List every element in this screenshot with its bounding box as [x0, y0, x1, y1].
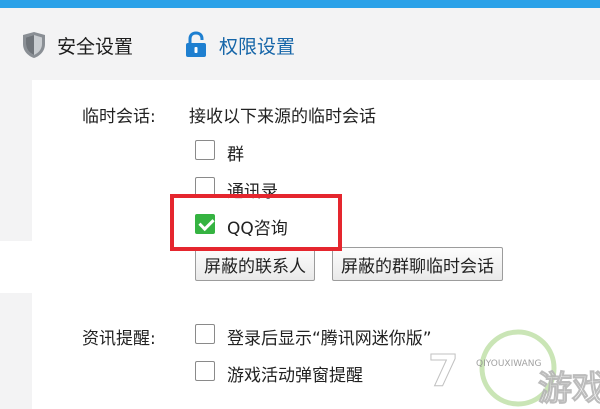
top-accent-bar — [0, 0, 600, 8]
checkbox-contacts[interactable] — [195, 177, 215, 197]
option-login-mini-news-label: 登录后显示“腾讯网迷你版” — [227, 329, 432, 349]
checkbox-qq-consult[interactable] — [195, 214, 215, 234]
watermark-sub: QIYOUXIWANG — [476, 359, 542, 369]
lock-icon — [186, 31, 206, 57]
blocked-group-chats-button[interactable]: 屏蔽的群聊临时会话 — [332, 247, 503, 281]
option-group-label: 群 — [227, 145, 244, 165]
site-watermark-logo: 7 QIYOUXIWANG 游戏 — [428, 329, 600, 409]
checkbox-game-popup[interactable] — [195, 361, 215, 381]
news-reminder-label: 资讯提醒: — [82, 329, 156, 349]
shield-icon — [23, 32, 45, 58]
settings-tab-bar: 安全设置 权限设置 — [0, 8, 600, 80]
tab-permission-label: 权限设置 — [219, 35, 296, 58]
option-contacts-label: 通讯录 — [227, 182, 278, 202]
watermark-brand: 游戏 — [538, 369, 600, 409]
temp-chat-label: 临时会话: — [82, 107, 156, 127]
watermark-number: 7 — [428, 346, 459, 397]
temp-chat-description: 接收以下来源的临时会话 — [189, 107, 376, 127]
checkbox-group[interactable] — [195, 140, 215, 160]
tab-permission-settings[interactable]: 权限设置 — [183, 30, 295, 60]
option-game-popup-label: 游戏活动弹窗提醒 — [227, 366, 363, 386]
checkbox-login-mini-news[interactable] — [195, 324, 215, 344]
tab-security-settings[interactable]: 安全设置 — [21, 30, 133, 60]
tab-security-label: 安全设置 — [57, 35, 134, 58]
blocked-contacts-button[interactable]: 屏蔽的联系人 — [195, 247, 315, 281]
option-qq-consult-label: QQ咨询 — [227, 219, 288, 239]
